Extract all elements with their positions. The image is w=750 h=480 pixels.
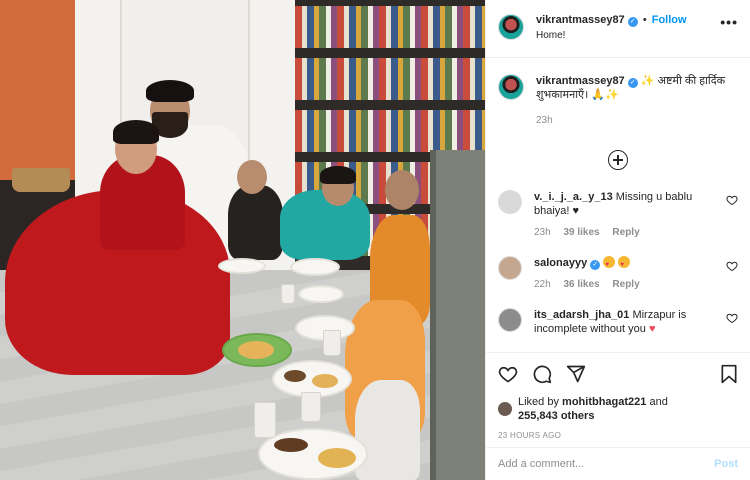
comment-time[interactable]: 22h <box>534 279 551 290</box>
photo-cup <box>301 392 321 422</box>
photo-man-hair <box>146 80 194 102</box>
photo-food <box>312 374 338 388</box>
likes-count[interactable]: 255,843 others <box>518 410 594 422</box>
photo-cup <box>323 330 341 356</box>
load-more-comments <box>498 150 738 170</box>
load-more-plus-icon[interactable] <box>608 150 628 170</box>
comment-reply-button[interactable]: Reply <box>612 279 639 290</box>
caption-author-avatar[interactable] <box>498 74 524 100</box>
heart-eyes-emoji-icon <box>603 256 616 272</box>
comment-item: salonayyy ✓ 22h 36 likes Reply <box>498 256 738 292</box>
author-avatar[interactable] <box>498 14 524 40</box>
comment-body: salonayyy ✓ 22h 36 likes Reply <box>534 256 726 292</box>
photo-food <box>274 438 308 452</box>
photo-child <box>280 190 370 260</box>
instagram-post: vikrantmassey87 ✓ • Follow Home! ••• vik… <box>0 0 750 480</box>
photo-food <box>284 370 306 382</box>
comment-actions: 22h 36 likes Reply <box>534 278 726 292</box>
red-heart-emoji-icon: ♥ <box>648 323 656 335</box>
comment-item: v._i._j._a._y_13 Missing u bablu bhaiya!… <box>498 190 738 240</box>
comment-body: its_adarsh_jha_01 Mirzapur is incomplete… <box>534 308 726 336</box>
add-comment-input[interactable] <box>498 458 715 470</box>
photo-doorframe <box>430 150 485 480</box>
photo-child-head <box>237 160 267 194</box>
photo-plate <box>218 258 266 274</box>
liked-by-prefix: Liked by <box>518 396 559 408</box>
liked-by-user[interactable]: mohitbhagat221 <box>562 396 646 408</box>
photo-cup <box>254 402 276 438</box>
photo-books <box>295 6 485 48</box>
post-details-pane: vikrantmassey87 ✓ • Follow Home! ••• vik… <box>485 0 750 480</box>
photo-food <box>238 341 274 359</box>
commenter-username[interactable]: its_adarsh_jha_01 <box>534 309 629 321</box>
photo-child-hair <box>320 166 356 184</box>
verified-badge-icon: ✓ <box>627 17 638 27</box>
photo-plate <box>222 333 292 367</box>
separator-dot: • <box>642 14 647 26</box>
save-bookmark-icon[interactable] <box>720 364 738 384</box>
liked-by: Liked by mohitbhagat221 and 255,843 othe… <box>498 395 738 423</box>
comment-likes[interactable]: 36 likes <box>563 279 599 290</box>
action-icons-row <box>498 361 738 387</box>
post-timestamp[interactable]: 23 HOURS AGO <box>498 431 738 440</box>
comment-body: v._i._j._a._y_13 Missing u bablu bhaiya!… <box>534 190 726 240</box>
post-actions: Liked by mohitbhagat221 and 255,843 othe… <box>486 352 750 447</box>
post-header: vikrantmassey87 ✓ • Follow Home! ••• <box>486 0 750 58</box>
photo-plate <box>298 285 344 303</box>
post-comment-button[interactable]: Post <box>714 458 738 470</box>
comment-like-heart-icon[interactable] <box>726 312 738 324</box>
photo-books <box>295 58 485 100</box>
photo-books <box>295 110 485 152</box>
comment-like-heart-icon[interactable] <box>726 194 738 206</box>
photo-child <box>228 185 283 260</box>
post-caption: vikrantmassey87 ✓ ✨ अष्टमी की हार्दिक शु… <box>498 58 738 128</box>
comment-actions: 23h 39 likes Reply <box>534 226 726 240</box>
author-username[interactable]: vikrantmassey87 <box>536 14 625 26</box>
like-heart-icon[interactable] <box>498 364 518 384</box>
commenter-username[interactable]: salonayyy <box>534 257 587 269</box>
photo-basket <box>12 168 70 192</box>
comment-item: its_adarsh_jha_01 Mirzapur is incomplete… <box>498 308 738 336</box>
photo-cup <box>281 284 295 304</box>
caption-time[interactable]: 23h <box>536 114 738 128</box>
heart-eyes-emoji-icon <box>618 256 631 272</box>
comment-bubble-icon[interactable] <box>532 364 552 384</box>
follow-button[interactable]: Follow <box>652 14 687 26</box>
post-photo[interactable] <box>0 0 485 480</box>
comment-like-heart-icon[interactable] <box>726 260 738 272</box>
verified-badge-icon: ✓ <box>590 260 601 270</box>
photo-child <box>355 380 420 480</box>
verified-badge-icon: ✓ <box>627 78 638 88</box>
photo-child-head <box>385 170 419 210</box>
commenter-avatar[interactable] <box>498 256 522 280</box>
caption-username[interactable]: vikrantmassey87 <box>536 75 625 87</box>
photo-food <box>318 448 356 468</box>
comments-section[interactable]: vikrantmassey87 ✓ ✨ अष्टमी की हार्दिक शु… <box>486 58 750 352</box>
add-comment-bar: Post <box>486 447 750 480</box>
photo-woman-hair <box>113 120 159 144</box>
comment-likes[interactable]: 39 likes <box>563 227 599 238</box>
liker-avatar[interactable] <box>498 402 512 416</box>
caption-body: vikrantmassey87 ✓ ✨ अष्टमी की हार्दिक शु… <box>536 74 738 128</box>
commenter-avatar[interactable] <box>498 190 522 214</box>
more-options-icon[interactable]: ••• <box>720 14 738 30</box>
commenter-username[interactable]: v._i._j._a._y_13 <box>534 191 613 203</box>
liked-by-text: Liked by mohitbhagat221 and 255,843 othe… <box>518 395 668 423</box>
photo-plate <box>290 258 340 276</box>
post-location[interactable]: Home! <box>536 30 720 41</box>
header-text: vikrantmassey87 ✓ • Follow Home! <box>536 14 720 41</box>
commenter-avatar[interactable] <box>498 308 522 332</box>
liked-by-and: and <box>649 396 668 408</box>
share-paper-plane-icon[interactable] <box>566 364 586 384</box>
comment-time[interactable]: 23h <box>534 227 551 238</box>
comment-reply-button[interactable]: Reply <box>612 227 639 238</box>
